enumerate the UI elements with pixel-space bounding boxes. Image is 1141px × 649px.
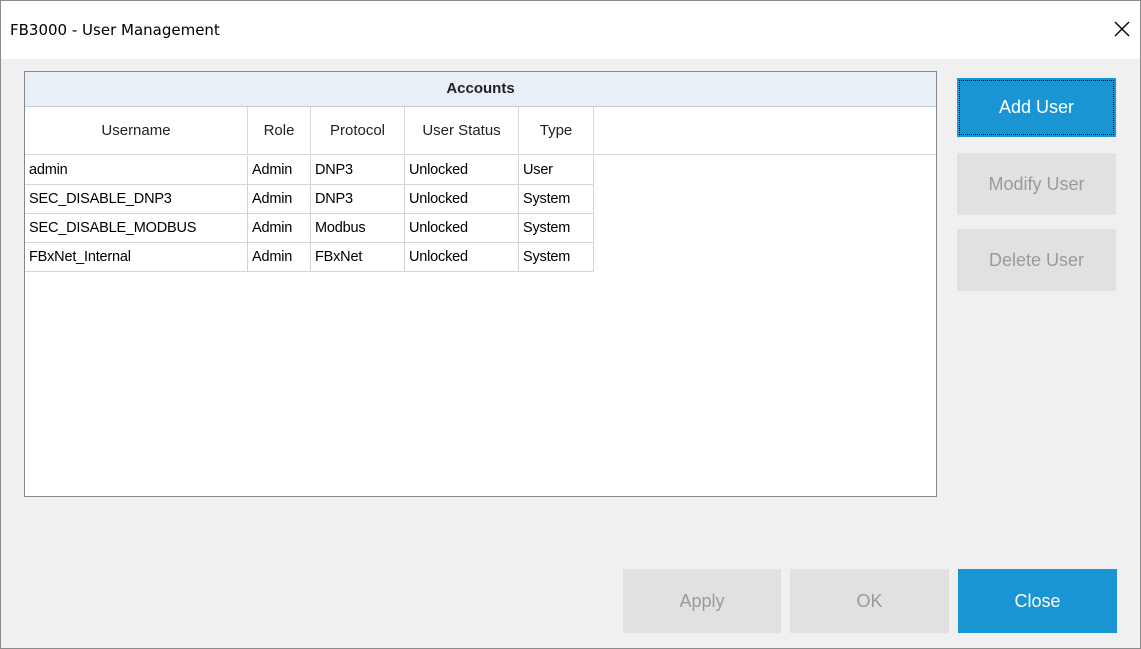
cell-username: SEC_DISABLE_DNP3 bbox=[25, 185, 248, 214]
cell-role: Admin bbox=[248, 156, 311, 185]
cell-protocol: FBxNet bbox=[311, 243, 405, 272]
cell-username: SEC_DISABLE_MODBUS bbox=[25, 214, 248, 243]
cell-user-status: Unlocked bbox=[405, 243, 519, 272]
table-row[interactable]: FBxNet_Internal Admin FBxNet Unlocked Sy… bbox=[25, 243, 595, 272]
window-title: FB3000 - User Management bbox=[10, 21, 220, 39]
cell-username: FBxNet_Internal bbox=[25, 243, 248, 272]
cell-username: admin bbox=[25, 156, 248, 185]
title-bar: FB3000 - User Management bbox=[1, 1, 1140, 59]
table-row[interactable]: SEC_DISABLE_DNP3 Admin DNP3 Unlocked Sys… bbox=[25, 185, 595, 214]
cell-protocol: DNP3 bbox=[311, 156, 405, 185]
accounts-caption: Accounts bbox=[25, 72, 936, 107]
modify-user-button[interactable]: Modify User bbox=[957, 153, 1116, 215]
cell-role: Admin bbox=[248, 243, 311, 272]
cell-type: System bbox=[519, 243, 594, 272]
column-header-filler bbox=[594, 107, 936, 155]
cell-type: System bbox=[519, 185, 594, 214]
cell-role: Admin bbox=[248, 214, 311, 243]
apply-button[interactable]: Apply bbox=[623, 569, 781, 633]
delete-user-button[interactable]: Delete User bbox=[957, 229, 1116, 291]
table-row[interactable]: SEC_DISABLE_MODBUS Admin Modbus Unlocked… bbox=[25, 214, 595, 243]
cell-type: User bbox=[519, 156, 594, 185]
column-header-username[interactable]: Username bbox=[25, 107, 248, 155]
cell-user-status: Unlocked bbox=[405, 185, 519, 214]
accounts-grid[interactable]: Accounts Username Role Protocol User Sta… bbox=[24, 71, 937, 497]
close-icon[interactable] bbox=[1104, 13, 1140, 49]
cell-user-status: Unlocked bbox=[405, 214, 519, 243]
column-header-protocol[interactable]: Protocol bbox=[311, 107, 405, 155]
ok-button[interactable]: OK bbox=[790, 569, 949, 633]
cell-type: System bbox=[519, 214, 594, 243]
table-row[interactable]: admin Admin DNP3 Unlocked User bbox=[25, 156, 595, 185]
cell-user-status: Unlocked bbox=[405, 156, 519, 185]
column-header-type[interactable]: Type bbox=[519, 107, 594, 155]
add-user-button[interactable]: Add User bbox=[957, 78, 1116, 137]
cell-protocol: Modbus bbox=[311, 214, 405, 243]
cell-protocol: DNP3 bbox=[311, 185, 405, 214]
cell-role: Admin bbox=[248, 185, 311, 214]
user-management-dialog: FB3000 - User Management Accounts Userna… bbox=[0, 0, 1141, 649]
column-header-role[interactable]: Role bbox=[248, 107, 311, 155]
close-button[interactable]: Close bbox=[958, 569, 1117, 633]
column-header-user-status[interactable]: User Status bbox=[405, 107, 519, 155]
